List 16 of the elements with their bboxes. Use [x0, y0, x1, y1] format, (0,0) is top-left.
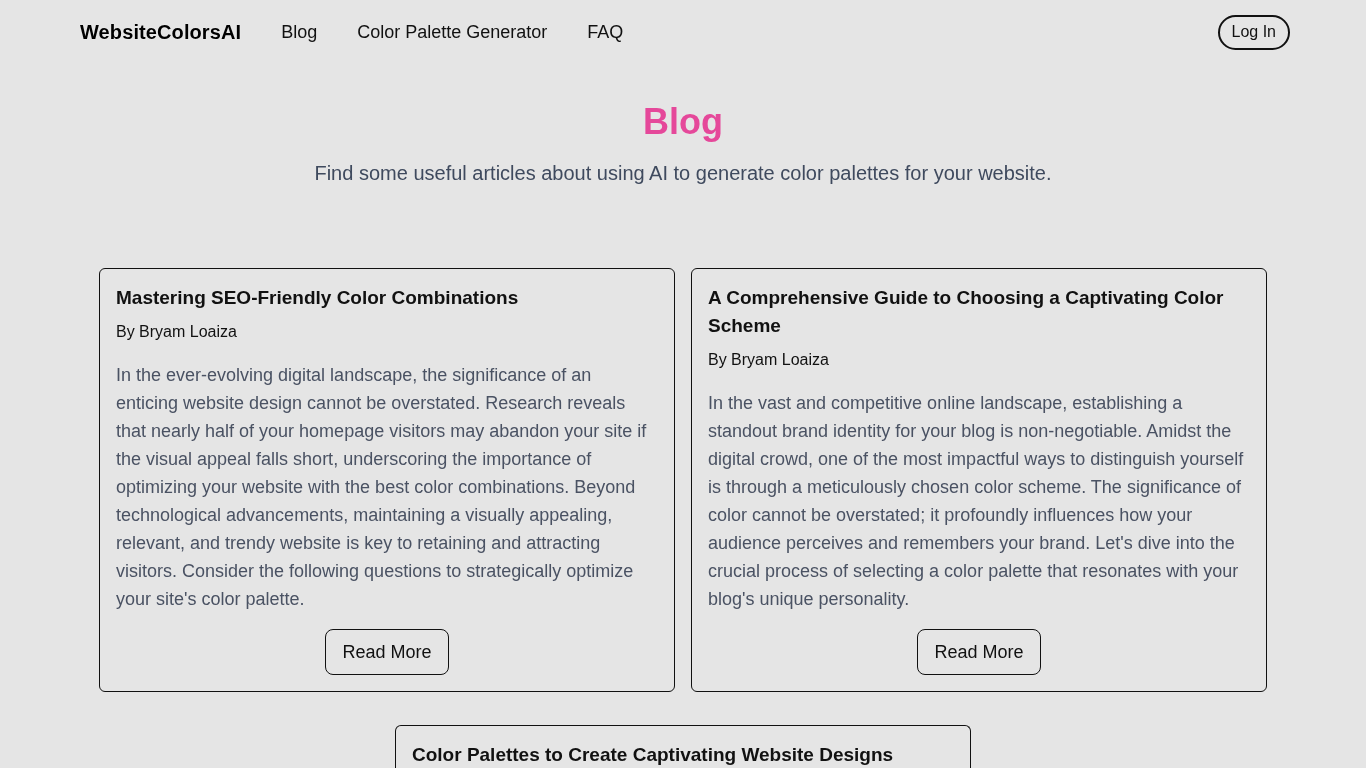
nav-link[interactable]: Blog — [281, 21, 318, 43]
nav-link[interactable]: Color Palette Generator — [357, 21, 548, 43]
card-author: By Bryam Loaiza — [116, 322, 238, 342]
card-title: Color Palettes to Create Captivating Website Designs — [412, 743, 895, 767]
read-more-button[interactable]: Read More — [325, 629, 449, 675]
login-button[interactable]: Log In — [1217, 14, 1290, 50]
page-title: Blog — [643, 100, 723, 144]
card-excerpt: In the ever-evolving digital landscape, the significance of an enticing website design cannot be overstated. Research reveals that nearly half of your homepage visitors may abandon your site if the visual appeal falls short, underscoring the importance of optimizing your website with the best color combinations. Beyond technological advancements, maintaining a visually appealing, relevant, and trendy website is key to retaining and attracting visitors. Consider the following questions to strategically optimize your site's color palette. — [116, 364, 648, 611]
card-author: By Bryam Loaiza — [708, 350, 830, 370]
nav-link[interactable]: FAQ — [587, 21, 624, 43]
read-more-button[interactable]: Read More — [917, 629, 1041, 675]
site-logo[interactable]: WebsiteColorsAI — [80, 20, 242, 44]
card-title: A Comprehensive Guide to Choosing a Captivating Color Scheme — [708, 286, 1225, 338]
page-subtitle: Find some useful articles about using AI to generate color palettes for your website. — [314, 161, 1052, 186]
card-excerpt: In the vast and competitive online landscape, establishing a standout brand identity for your blog is non-negotiable. Amidst the digital crowd, one of the most impactful ways to distinguish yourself is through a meticulously chosen color scheme. The significance of color cannot be overstated; it profoundly influences how your audience perceives and remembers your brand. Let's dive into the crucial process of selecting a color palette that resonates with your blog's unique personality. — [708, 392, 1245, 611]
card-title: Mastering SEO-Friendly Color Combinations — [116, 286, 520, 310]
